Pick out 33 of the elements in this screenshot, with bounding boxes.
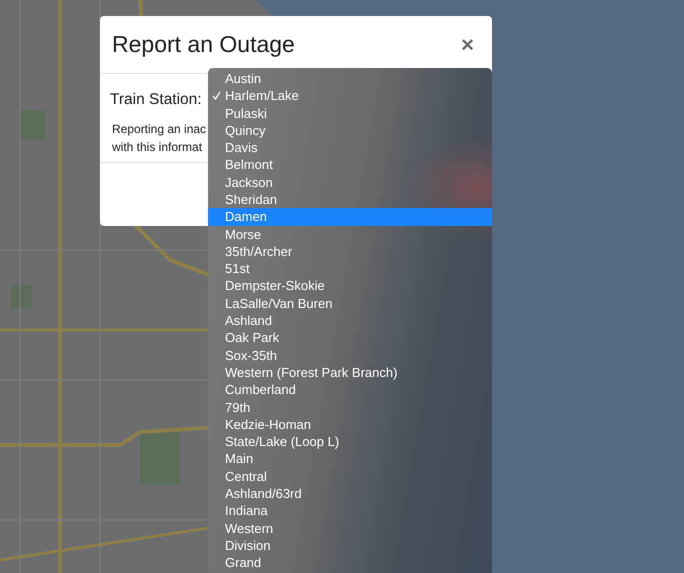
dropdown-option[interactable]: State/Lake (Loop L) (208, 433, 492, 451)
field-label: Train Station: (110, 90, 202, 110)
dropdown-option[interactable]: Indiana (208, 502, 492, 520)
dropdown-option[interactable]: 35th/Archer (208, 242, 492, 260)
dropdown-option[interactable]: Dempster-Skokie (208, 278, 492, 295)
dropdown-option[interactable]: Quincy (208, 122, 492, 140)
dropdown-option[interactable]: Cumberland (208, 381, 492, 399)
modal-title: Report an Outage (112, 30, 295, 58)
dropdown-option[interactable]: Western (Forest Park Branch) (208, 364, 492, 382)
dropdown-option[interactable]: Ashland/63rd (208, 485, 492, 502)
dropdown-option[interactable]: Kedzie-Homan (208, 416, 492, 434)
dropdown-option[interactable]: Central (208, 468, 492, 486)
dropdown-option[interactable]: Grand (208, 554, 492, 572)
dropdown-option[interactable]: Oak Park (208, 329, 492, 347)
dropdown-option[interactable]: Damen (208, 208, 492, 226)
dropdown-option[interactable]: Ashland (208, 312, 492, 330)
dropdown-option[interactable]: Sox-35th (208, 346, 492, 364)
close-button[interactable]: × (455, 34, 480, 56)
dropdown-option[interactable]: 79th (208, 398, 492, 416)
dropdown-option[interactable]: Pulaski (208, 104, 492, 122)
dropdown-option[interactable]: Western (208, 520, 492, 538)
dropdown-option[interactable]: Davis (208, 139, 492, 156)
dropdown-option[interactable]: 51st (208, 260, 492, 278)
description-text: Reporting an inac with this informat (112, 121, 206, 156)
dropdown-option[interactable]: LaSalle/Van Buren (208, 294, 492, 312)
dropdown-option[interactable]: Division (208, 537, 492, 554)
dropdown-option[interactable]: Main (208, 450, 492, 468)
dropdown-option[interactable]: Jackson (208, 174, 492, 192)
dropdown-option[interactable]: Belmont (208, 156, 492, 174)
dropdown-option[interactable]: Sheridan (208, 191, 492, 208)
dropdown-option[interactable]: Morse (208, 226, 492, 243)
dropdown-option[interactable]: Harlem/Lake (208, 87, 492, 105)
dropdown-option[interactable]: Austin (208, 70, 492, 88)
